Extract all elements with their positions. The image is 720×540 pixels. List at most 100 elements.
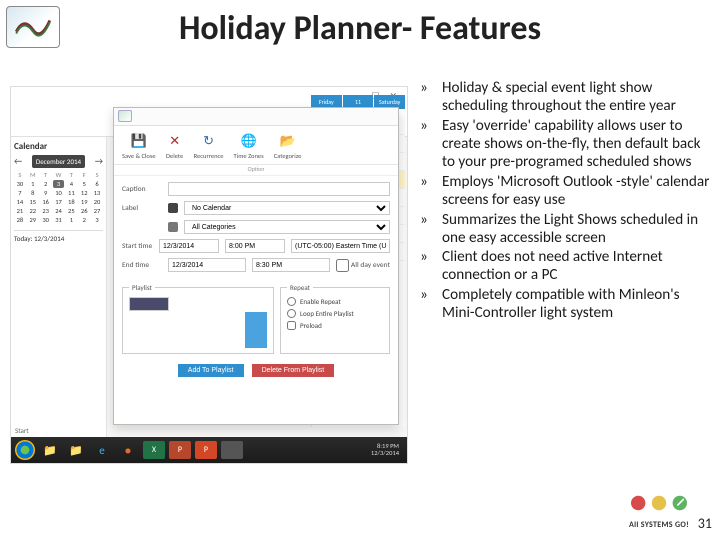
bullet-item: »Employs 'Microsoft Outlook -style' cale… <box>420 174 712 210</box>
calendar-day[interactable]: 3 <box>53 180 65 188</box>
calendar-day[interactable]: 3 <box>91 216 103 224</box>
powerpoint-icon[interactable]: P <box>195 441 217 459</box>
calendar-dow: F <box>78 171 90 179</box>
calendar-day[interactable]: 12 <box>78 189 90 197</box>
calendar-day[interactable]: 10 <box>53 189 65 197</box>
calendar-today[interactable]: Today: 12/3/2014 <box>14 230 103 243</box>
cal-prev-icon[interactable]: ← <box>14 156 22 167</box>
calendar-day[interactable]: 14 <box>14 198 26 206</box>
calendar-day[interactable]: 13 <box>91 189 103 197</box>
dialog-ribbon: 💾Save & Close ✕Delete ↻Recurrence 🌐Time Zon… <box>114 126 398 165</box>
calendar-day[interactable]: 15 <box>27 198 39 206</box>
bullet-item: »Completely compatible with Minleon's Mi… <box>420 287 712 323</box>
calendar-day[interactable]: 20 <box>91 198 103 206</box>
calendar-day[interactable]: 24 <box>53 207 65 215</box>
ribbon-section-label: Option <box>114 165 398 176</box>
calendar-day[interactable]: 1 <box>65 216 77 224</box>
playlist-legend: Playlist <box>129 283 155 292</box>
bullet-item: »Client does not need active Internet co… <box>420 249 712 285</box>
calendar-dow: T <box>40 171 52 179</box>
label-select-calendar[interactable]: No Calendar <box>184 201 390 215</box>
slide-number: 31 <box>698 515 712 532</box>
allday-label: All day event <box>351 261 390 270</box>
calendar-day[interactable]: 31 <box>53 216 65 224</box>
cal-next-icon[interactable]: → <box>95 156 103 167</box>
end-date-input[interactable] <box>168 258 246 272</box>
taskbar-app-icon[interactable] <box>221 441 243 459</box>
calendar-day[interactable]: 27 <box>91 207 103 215</box>
delete-from-playlist-button[interactable]: Delete From Playlist <box>252 364 335 377</box>
calendar-day[interactable]: 5 <box>78 180 90 188</box>
calendar-day[interactable]: 8 <box>27 189 39 197</box>
timezone-input[interactable] <box>291 239 390 253</box>
powerpoint-icon[interactable]: P <box>169 441 191 459</box>
ribbon-button[interactable]: 🌐Time Zones <box>234 132 264 160</box>
label-select-category[interactable]: All Categories <box>184 220 390 234</box>
repeat-radio[interactable] <box>287 309 296 318</box>
calendar-grid[interactable]: SMTWTFS301234567891011121314151617181920… <box>14 171 103 224</box>
excel-icon[interactable]: X <box>143 441 165 459</box>
label-color-icon[interactable] <box>168 222 178 232</box>
repeat-option-label: Enable Repeat <box>300 297 341 306</box>
calendar-day[interactable]: 2 <box>40 180 52 188</box>
calendar-day[interactable]: 6 <box>91 180 103 188</box>
calendar-day[interactable]: 2 <box>78 216 90 224</box>
calendar-day[interactable]: 17 <box>53 198 65 206</box>
calendar-main: Friday 11 Saturday 💾Save & Close✕Delete↻… <box>107 137 407 437</box>
calendar-day[interactable]: 9 <box>40 189 52 197</box>
calendar-dow: W <box>53 171 65 179</box>
start-button-icon[interactable] <box>15 440 35 460</box>
playlist-swatch[interactable] <box>245 312 267 348</box>
ribbon-button[interactable]: ↻Recurrence <box>194 132 224 160</box>
add-to-playlist-button[interactable]: Add To Playlist <box>178 364 244 377</box>
repeat-radio[interactable] <box>287 297 296 306</box>
ribbon-button[interactable]: 📂Categorize <box>274 132 302 160</box>
calendar-start-label[interactable]: Start <box>15 426 29 435</box>
firefox-icon[interactable]: ● <box>117 441 139 459</box>
footer-brand: All SYSTEMS GO! <box>616 520 702 530</box>
event-dialog: 💾Save & Close ✕Delete ↻Recurrence 🌐Time Zon… <box>113 107 399 425</box>
calendar-day[interactable]: 30 <box>40 216 52 224</box>
calendar-day[interactable]: 21 <box>14 207 26 215</box>
calendar-month[interactable]: December 2014 <box>32 155 85 168</box>
calendar-label: Calendar <box>14 141 103 152</box>
calendar-dow: M <box>27 171 39 179</box>
calendar-sidebar: Calendar ← December 2014 → SMTWTFS301234… <box>11 137 107 437</box>
calendar-day[interactable]: 22 <box>27 207 39 215</box>
calendar-day[interactable]: 16 <box>40 198 52 206</box>
ribbon-button[interactable]: 💾Save & Close <box>122 132 156 160</box>
start-time-input[interactable] <box>225 239 285 253</box>
end-time-input[interactable] <box>252 258 330 272</box>
calendar-day[interactable]: 30 <box>14 180 26 188</box>
start-date-input[interactable] <box>159 239 219 253</box>
traffic-light-icon <box>627 491 691 515</box>
explorer-icon[interactable]: 📁 <box>39 441 61 459</box>
ribbon-button[interactable]: ✕Delete <box>166 132 184 160</box>
calendar-day[interactable]: 25 <box>65 207 77 215</box>
repeat-legend: Repeat <box>287 283 313 292</box>
calendar-day[interactable]: 1 <box>27 180 39 188</box>
repeat-option-label: Preload <box>300 321 322 330</box>
calendar-day[interactable]: 23 <box>40 207 52 215</box>
preload-checkbox[interactable] <box>287 321 296 330</box>
calendar-day[interactable]: 28 <box>14 216 26 224</box>
explorer-icon[interactable]: 📁 <box>65 441 87 459</box>
calendar-day[interactable]: 26 <box>78 207 90 215</box>
allday-checkbox[interactable] <box>336 259 349 272</box>
label-color-icon[interactable] <box>168 203 178 213</box>
calendar-day[interactable]: 4 <box>65 180 77 188</box>
bullet-item: »Summarizes the Light Shows scheduled in… <box>420 212 712 248</box>
caption-input[interactable] <box>168 182 390 196</box>
ie-icon[interactable]: e <box>91 441 113 459</box>
calendar-day[interactable]: 29 <box>27 216 39 224</box>
taskbar[interactable]: 📁 📁 e ● X P P 8:19 PM 12/3/2014 <box>11 437 407 463</box>
playlist-input[interactable] <box>129 297 169 311</box>
dialog-titlebar[interactable] <box>114 108 398 126</box>
calendar-day[interactable]: 11 <box>65 189 77 197</box>
feature-bullets: »Holiday & special event light show sche… <box>420 80 712 325</box>
calendar-day[interactable]: 19 <box>78 198 90 206</box>
taskbar-clock[interactable]: 8:19 PM 12/3/2014 <box>371 443 403 457</box>
calendar-day[interactable]: 7 <box>14 189 26 197</box>
repeat-fieldset: Repeat Enable Repeat Loop Entire Playlis… <box>280 283 390 354</box>
calendar-day[interactable]: 18 <box>65 198 77 206</box>
